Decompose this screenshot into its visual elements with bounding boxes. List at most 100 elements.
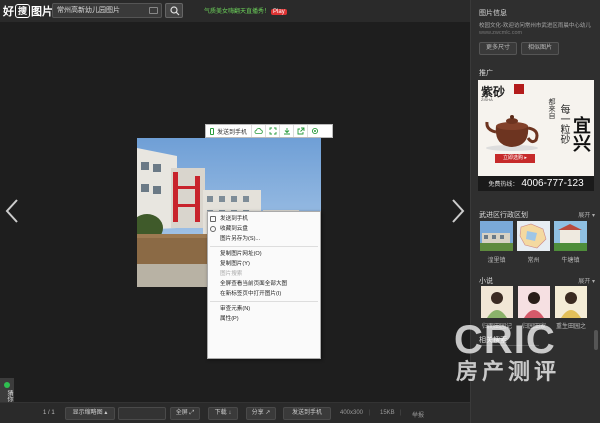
share-button[interactable] <box>294 125 309 137</box>
menu-item-inspect-element[interactable]: 审查元素(N) <box>208 304 320 314</box>
bottom-toolbar: 1 / 1 显示缩略图 ▴ 全屏 ⤢ 下载 ↓ 分享 ↗ 发送到手机 400x3… <box>0 402 470 423</box>
file-size: 15KB <box>380 410 395 416</box>
district-section-title: 武进区行政区划 <box>479 212 528 219</box>
district-thumb-2[interactable] <box>517 221 550 251</box>
image-info-source[interactable]: 校园文化-欢迎访问常州市武进区雨晨中心幼儿 <box>479 21 591 29</box>
teapot-image <box>485 115 539 151</box>
cloud-save-button[interactable] <box>252 125 267 137</box>
similar-images-label: 相似图片 <box>527 45 552 51</box>
menu-item-save-image-as[interactable]: 图片另存为(S)... <box>208 234 320 244</box>
menu-label: 在新标签页中打开图片(I) <box>220 291 282 297</box>
chevron-up-icon: ▴ <box>104 410 108 416</box>
status-dot-icon <box>4 382 10 388</box>
cloud-icon <box>254 128 263 134</box>
district-caption-3[interactable]: 牛塘镇 <box>554 255 587 264</box>
menu-divider <box>210 301 318 302</box>
watermark-line-2: 房产测评 <box>456 359 561 384</box>
novel-section-title: 小说 <box>479 278 493 285</box>
novel-cover-1[interactable] <box>481 286 513 318</box>
logo[interactable]: 好 搜 图片 <box>3 3 53 19</box>
menu-item-send-to-phone[interactable]: 发送到手机 <box>208 214 320 224</box>
district-thumb-1[interactable] <box>480 221 513 251</box>
image-stage: 发送到手机 发送到手机 收藏到云盘 图片另存为(S)... 复制图片网址(O) … <box>0 22 470 402</box>
expand-button[interactable] <box>266 125 281 137</box>
download-icon <box>283 128 290 135</box>
thumbnail-strip-button[interactable] <box>118 407 166 420</box>
ad-hotline[interactable]: 免费热线： 4006-777-123 <box>478 176 594 191</box>
send-to-phone-label: 发送到手机 <box>217 129 248 136</box>
teapot-ad[interactable]: 紫砂 ZISHA 都来自 每一粒砂 宜兴 立即选购 ▸ <box>478 80 594 176</box>
district-expand-link[interactable]: 展开 ▾ <box>578 210 595 219</box>
search-input[interactable]: 常州高新幼儿园图片 <box>52 3 162 18</box>
novel-cover-3[interactable] <box>555 286 587 318</box>
menu-label: 审查元素(N) <box>220 306 251 312</box>
prev-image-button[interactable] <box>5 198 19 228</box>
similar-images-button[interactable]: 相似图片 <box>521 42 559 55</box>
town-image <box>480 221 513 251</box>
panel-scrollbar[interactable] <box>594 330 598 350</box>
chevron-right-icon <box>452 199 465 223</box>
search-button[interactable] <box>165 3 183 18</box>
menu-item-image-search: 图片搜索 <box>208 269 320 279</box>
scenery-image <box>554 221 587 251</box>
fullscreen-button[interactable]: 全屏 ⤢ <box>170 407 200 420</box>
camera-icon[interactable] <box>149 7 158 14</box>
hotline-label: 免费热线： <box>488 182 519 188</box>
download-bottom-button[interactable]: 下载 ↓ <box>208 407 238 420</box>
menu-item-open-in-new-tab[interactable]: 在新标签页中打开图片(I) <box>208 289 320 299</box>
cric-watermark: CRIC 房产测评 <box>454 320 560 384</box>
promo-text: 气质美女嗨翻天直播秀！ <box>204 9 271 15</box>
promo-badge: Play <box>271 9 287 15</box>
settings-button[interactable] <box>308 125 322 137</box>
novel-cover-2[interactable] <box>518 286 550 318</box>
menu-item-fullscreen-all[interactable]: 全屏查看当前页面全部大图 <box>208 279 320 289</box>
image-info-url[interactable]: www.zwcmlc.com <box>479 30 522 36</box>
logo-text-right: 图片 <box>31 6 53 18</box>
expand-label: 展开 <box>578 279 591 285</box>
show-thumbnails-button[interactable]: 显示缩略图 ▴ <box>65 407 115 420</box>
image-viewer-app: 好 搜 图片 常州高新幼儿园图片 气质美女嗨翻天直播秀！Play 发送到手机 <box>0 0 600 423</box>
context-menu: 发送到手机 收藏到云盘 图片另存为(S)... 复制图片网址(O) 复制图片(Y… <box>207 211 321 359</box>
district-thumb-3[interactable] <box>554 221 587 251</box>
download-button[interactable] <box>280 125 295 137</box>
next-image-button[interactable] <box>451 198 465 228</box>
promo-link[interactable]: 气质美女嗨翻天直播秀！ Play <box>204 6 287 15</box>
send-to-phone-button[interactable]: 发送到手机 <box>206 125 253 137</box>
more-sizes-label: 更多尺寸 <box>485 45 510 51</box>
report-link[interactable]: 举报 <box>412 410 424 419</box>
menu-label: 全屏查看当前页面全部大图 <box>220 281 288 287</box>
share-bottom-button[interactable]: 分享 ↗ <box>246 407 276 420</box>
map-image <box>517 221 550 251</box>
ad-buy-label: 立即选购 <box>503 155 524 161</box>
promo-section-title: 推广 <box>479 70 493 77</box>
share-icon: ↗ <box>265 410 271 416</box>
menu-item-copy-image-url[interactable]: 复制图片网址(O) <box>208 249 320 259</box>
fullscreen-label: 全屏 <box>175 410 188 416</box>
district-caption-1[interactable]: 湟里镇 <box>480 255 513 264</box>
novel-cover-image <box>518 286 550 318</box>
menu-label: 复制图片网址(O) <box>220 251 262 257</box>
image-info-title: 图片信息 <box>479 10 507 17</box>
novel-cover-image <box>555 286 587 318</box>
menu-item-properties[interactable]: 属性(P) <box>208 314 320 324</box>
menu-label: 属性(P) <box>220 316 239 322</box>
menu-label: 复制图片(Y) <box>220 261 250 267</box>
logo-mark: 搜 <box>15 4 30 18</box>
district-caption-2[interactable]: 常州 <box>517 255 550 264</box>
ad-line-3: 宜兴 <box>570 116 591 152</box>
ad-buy-button[interactable]: 立即选购 ▸ <box>495 154 535 163</box>
image-toolbar: 发送到手机 <box>205 124 333 138</box>
send-to-phone-bottom-button[interactable]: 发送到手机 <box>283 407 331 420</box>
menu-label: 图片另存为(S)... <box>220 236 261 242</box>
menu-item-save-to-cloud[interactable]: 收藏到云盘 <box>208 224 320 234</box>
menu-label: 收藏到云盘 <box>220 226 248 232</box>
more-sizes-button[interactable]: 更多尺寸 <box>479 42 517 55</box>
novel-expand-link[interactable]: 展开 ▾ <box>578 276 595 285</box>
search-icon <box>170 6 180 16</box>
menu-label: 图片搜索 <box>220 271 243 277</box>
divider: | <box>400 410 402 416</box>
download-label: 下载 <box>214 410 227 416</box>
page-indicator: 1 / 1 <box>43 410 55 416</box>
logo-text-left: 好 <box>3 6 14 18</box>
menu-item-copy-image[interactable]: 复制图片(Y) <box>208 259 320 269</box>
